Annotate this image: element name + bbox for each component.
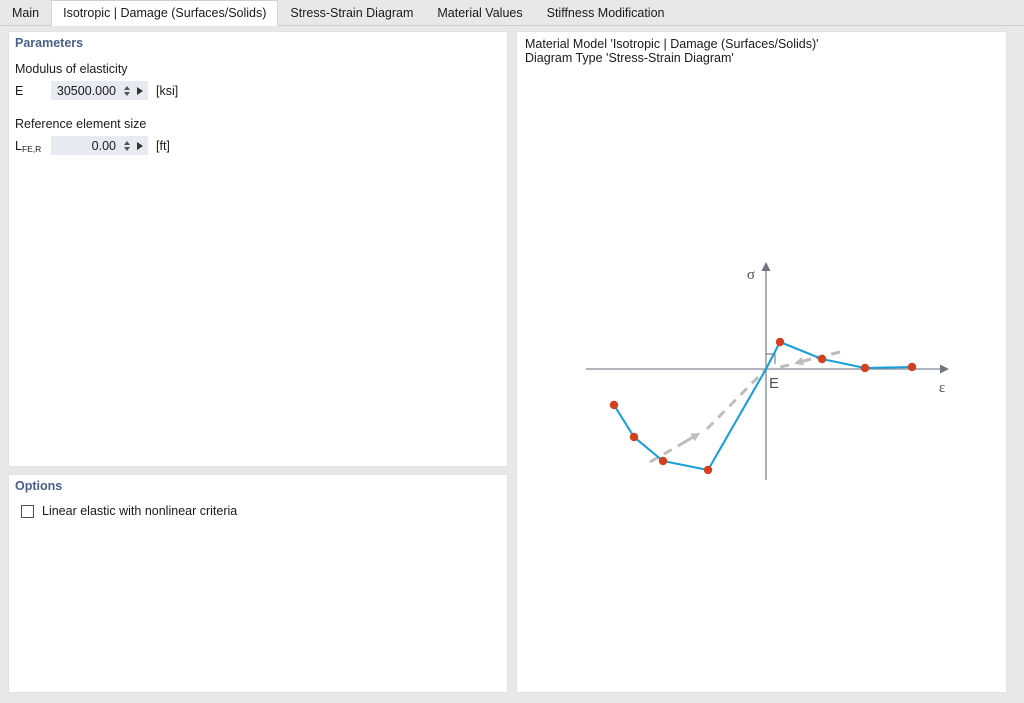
linear-elastic-label: Linear elastic with nonlinear criteria: [42, 504, 238, 518]
stress-strain-diagram: σ ε E: [586, 262, 949, 480]
data-point-marker[interactable]: [860, 363, 870, 373]
options-panel: Options Linear elastic with nonlinear cr…: [8, 474, 508, 693]
x-axis-label: ε: [939, 380, 945, 396]
tab-main[interactable]: Main: [0, 0, 51, 25]
tab-isotropic-damage[interactable]: Isotropic | Damage (Surfaces/Solids): [51, 0, 279, 26]
data-point-marker[interactable]: [658, 456, 668, 466]
modulus-stepper[interactable]: [121, 82, 133, 99]
chevron-up-icon[interactable]: [124, 140, 130, 145]
modulus-of-elasticity-row: E 30500.000 [ksi]: [15, 81, 178, 100]
linear-elastic-checkbox[interactable]: [21, 504, 34, 518]
compression-branch-curve: [613, 368, 767, 472]
refsize-spinbox[interactable]: 0.00: [51, 136, 148, 155]
linear-elastic-option-row[interactable]: Linear elastic with nonlinear criteria: [21, 504, 237, 518]
reference-element-size-row: LFE,R 0.00 [ft]: [15, 136, 170, 155]
tab-label: Material Values: [437, 6, 523, 20]
y-axis-label: σ: [747, 267, 755, 283]
tab-label: Stiffness Modification: [546, 6, 665, 20]
parameters-panel: Parameters Modulus of elasticity E 30500…: [8, 31, 508, 467]
modulus-of-elasticity-label: Modulus of elasticity: [15, 62, 128, 76]
modulus-slope-label: E: [769, 375, 779, 392]
refsize-symbol-text: L: [15, 138, 22, 153]
dashed-arrowhead-lower-right: [794, 356, 812, 366]
parameters-heading: Parameters: [15, 36, 84, 50]
chevron-down-icon[interactable]: [124, 91, 130, 96]
tab-bar: Main Isotropic | Damage (Surfaces/Solids…: [0, 0, 1024, 26]
data-point-marker[interactable]: [703, 465, 713, 475]
reference-element-size-label: Reference element size: [15, 117, 147, 131]
tab-stress-strain-diagram[interactable]: Stress-Strain Diagram: [278, 0, 425, 25]
data-point-marker[interactable]: [907, 362, 917, 372]
data-point-marker[interactable]: [629, 432, 639, 442]
tab-material-values[interactable]: Material Values: [425, 0, 534, 25]
refsize-stepper[interactable]: [121, 137, 133, 154]
diagram-panel: Material Model 'Isotropic | Damage (Surf…: [516, 31, 1007, 693]
tab-label: Stress-Strain Diagram: [290, 6, 414, 20]
tab-stiffness-modification[interactable]: Stiffness Modification: [535, 0, 677, 25]
refsize-input[interactable]: 0.00: [52, 139, 121, 153]
tab-label: Isotropic | Damage (Surfaces/Solids): [63, 6, 267, 20]
options-heading: Options: [15, 479, 63, 493]
chevron-down-icon[interactable]: [124, 146, 130, 151]
modulus-more-button[interactable]: [133, 82, 147, 99]
refsize-symbol-subscript: FE,R: [21, 143, 42, 154]
modulus-symbol-text: E: [15, 83, 24, 98]
data-point-marker[interactable]: [775, 337, 785, 347]
modulus-spinbox[interactable]: 30500.000: [51, 81, 148, 100]
triangle-right-icon[interactable]: [137, 86, 143, 95]
chevron-up-icon[interactable]: [124, 85, 130, 90]
data-point-marker[interactable]: [609, 400, 619, 410]
dashed-arrowhead-upper-left: [682, 432, 701, 445]
modulus-unit: [ksi]: [156, 83, 179, 98]
data-point-marker[interactable]: [817, 354, 827, 364]
triangle-right-icon[interactable]: [137, 141, 143, 150]
refsize-unit: [ft]: [156, 138, 170, 153]
modulus-symbol: E: [15, 84, 51, 98]
tab-label: Main: [12, 6, 40, 20]
modulus-input[interactable]: 30500.000: [52, 84, 121, 98]
refsize-symbol: LFE,R: [15, 138, 51, 154]
refsize-more-button[interactable]: [133, 137, 147, 154]
